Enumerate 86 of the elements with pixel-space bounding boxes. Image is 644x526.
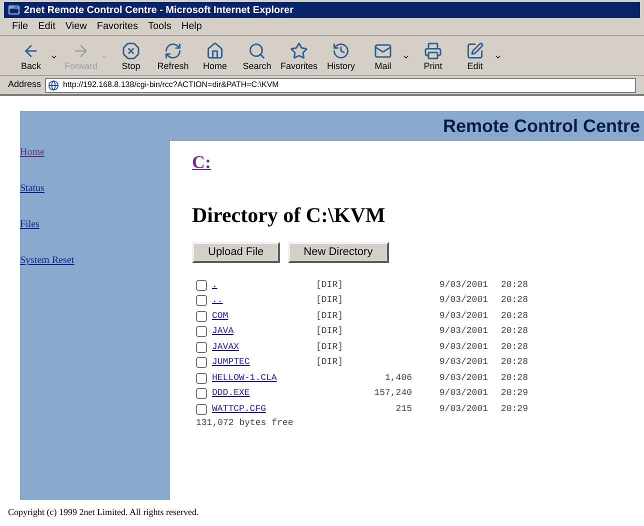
toolbar-button[interactable]: Edit	[456, 42, 502, 73]
file-date: 9/03/2001	[439, 278, 488, 292]
window-title: 2net Remote Control Centre - Microsoft Internet Explorer	[24, 4, 294, 18]
menu-item[interactable]: Tools	[148, 19, 172, 34]
file-link[interactable]: DDD.EXE	[212, 387, 250, 400]
file-link[interactable]: JAVAX	[212, 340, 240, 354]
file-checkbox[interactable]	[196, 357, 207, 368]
menu-item[interactable]: Help	[181, 19, 202, 34]
form-button[interactable]: Upload File	[192, 242, 280, 262]
sidebar-link[interactable]: Status	[20, 181, 44, 196]
file-date: 9/03/2001	[439, 294, 488, 307]
file-time: 20:29	[500, 387, 528, 400]
file-checkbox[interactable]	[196, 388, 207, 400]
file-time: 20:29	[500, 402, 528, 416]
file-time: 20:28	[500, 356, 528, 369]
file-checkbox[interactable]	[196, 342, 207, 353]
file-checkbox[interactable]	[196, 372, 207, 384]
file-time: 20:28	[500, 310, 528, 322]
file-link[interactable]: JUMPTEC	[212, 356, 250, 370]
stop-icon	[122, 42, 140, 60]
file-type: [DIR]	[316, 310, 344, 322]
free-space-text: 131,072 bytes free	[196, 417, 294, 430]
file-checkbox[interactable]	[196, 326, 207, 338]
file-size: 215	[396, 402, 412, 416]
file-date: 9/03/2001	[439, 356, 488, 369]
page-icon	[48, 80, 60, 90]
toolbar-button[interactable]: Search	[238, 42, 276, 73]
file-date: 9/03/2001	[439, 325, 488, 338]
toolbar-button[interactable]: Stop	[112, 42, 150, 73]
file-date: 9/03/2001	[439, 340, 488, 354]
toolbar-button[interactable]: Print	[414, 42, 452, 73]
form-button[interactable]: New Directory	[288, 242, 389, 262]
toolbar-button[interactable]: History	[322, 42, 360, 73]
file-type: [DIR]	[316, 325, 344, 338]
file-time: 20:28	[500, 325, 528, 338]
star-icon	[290, 42, 308, 60]
printer-icon	[424, 42, 442, 60]
menu-item[interactable]: Edit	[38, 19, 56, 34]
toolbar-button[interactable]: Favorites	[280, 42, 318, 73]
drive-link[interactable]: C:	[192, 149, 211, 176]
search-icon	[248, 42, 266, 60]
menu-item[interactable]: Favorites	[96, 19, 138, 34]
history-icon	[332, 42, 350, 60]
toolbar-button[interactable]: Home	[196, 42, 234, 73]
file-size: 157,240	[374, 387, 412, 400]
file-link[interactable]: COM	[212, 310, 228, 323]
copyright-text: Copyright (c) 1999 2net Limited. All rights reserved.	[8, 506, 199, 520]
banner-title: Remote Control Centre	[442, 114, 640, 138]
refresh-icon	[164, 42, 182, 60]
file-time: 20:28	[500, 278, 528, 292]
home-icon	[206, 42, 224, 60]
file-checkbox[interactable]	[196, 280, 207, 291]
file-date: 9/03/2001	[439, 310, 488, 322]
file-link[interactable]: ..	[212, 294, 223, 308]
menu-item[interactable]: File	[12, 19, 28, 34]
browser-icon	[8, 4, 20, 16]
file-date: 9/03/2001	[439, 387, 488, 400]
file-date: 9/03/2001	[439, 402, 488, 416]
file-link[interactable]: WATTCP.CFG	[212, 402, 266, 416]
file-link[interactable]: JAVA	[212, 325, 234, 338]
file-type: [DIR]	[316, 278, 344, 292]
file-type: [DIR]	[316, 294, 344, 307]
file-checkbox[interactable]	[196, 404, 207, 415]
menu-item[interactable]: View	[65, 19, 87, 34]
sidebar-link[interactable]: Files	[20, 217, 40, 232]
edit-icon	[466, 42, 484, 60]
file-date: 9/03/2001	[439, 372, 488, 384]
file-time: 20:28	[500, 340, 528, 354]
sidebar-link[interactable]: Home	[20, 145, 44, 160]
file-link[interactable]: HELLOW-1.CLA	[212, 372, 277, 385]
file-checkbox[interactable]	[196, 295, 207, 306]
file-time: 20:28	[500, 372, 528, 384]
file-type: [DIR]	[316, 340, 344, 354]
toolbar-button[interactable]: Refresh	[154, 42, 192, 73]
mail-icon	[374, 42, 392, 60]
file-time: 20:28	[500, 294, 528, 307]
address-field[interactable]: http://192.168.8.138/cgi-bin/rcc?ACTION=dir&PATH=C:\KVM	[45, 78, 636, 92]
toolbar-button[interactable]: Mail	[364, 42, 410, 73]
sidebar-link[interactable]: System Reset	[20, 253, 74, 268]
toolbar-button[interactable]: Back	[12, 42, 58, 73]
file-checkbox[interactable]	[196, 310, 207, 322]
address-label: Address	[8, 78, 42, 92]
file-size: 1,406	[384, 372, 412, 384]
directory-heading: Directory of C:\KVM	[192, 202, 386, 229]
file-type: [DIR]	[316, 356, 344, 369]
file-link[interactable]: .	[212, 278, 218, 292]
